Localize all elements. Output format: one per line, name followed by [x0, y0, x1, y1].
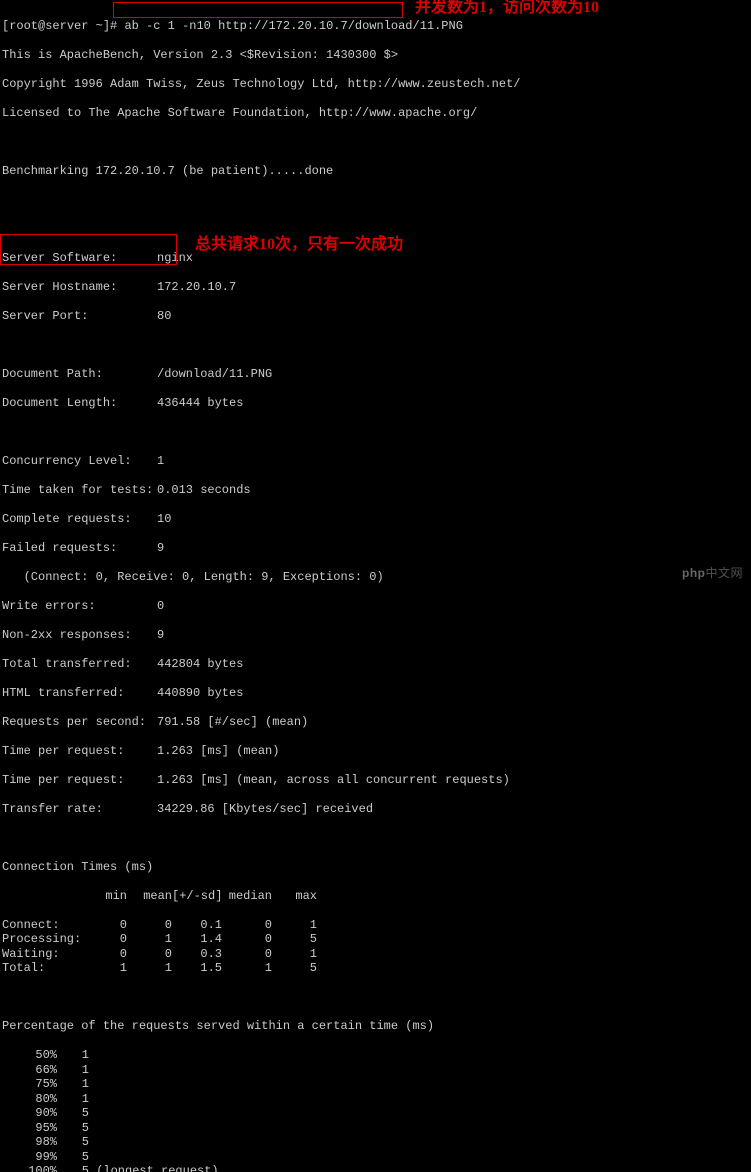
concurrency-level: Concurrency Level:1: [2, 454, 749, 469]
header-line: Licensed to The Apache Software Foundati…: [2, 106, 749, 121]
connection-times-title: Connection Times (ms): [2, 860, 749, 875]
percentage-row: 90%5: [2, 1106, 749, 1121]
total-transferred: Total transferred:442804 bytes: [2, 657, 749, 672]
terminal-output: [root@server ~]# ab -c 1 -n10 http://172…: [0, 0, 751, 1172]
complete-requests: Complete requests:10: [2, 512, 749, 527]
percentage-row: 66%1: [2, 1063, 749, 1078]
requests-per-second: Requests per second:791.58 [#/sec] (mean…: [2, 715, 749, 730]
percentage-row: 75%1: [2, 1077, 749, 1092]
time-per-request-all: Time per request:1.263 [ms] (mean, acros…: [2, 773, 749, 788]
failed-requests: Failed requests:9: [2, 541, 749, 556]
server-port: Server Port:80: [2, 309, 749, 324]
time-taken: Time taken for tests:0.013 seconds: [2, 483, 749, 498]
percentage-row: 98%5: [2, 1135, 749, 1150]
write-errors: Write errors:0: [2, 599, 749, 614]
annotation-mid: 总共请求10次，只有一次成功: [195, 238, 403, 253]
html-transferred: HTML transferred:440890 bytes: [2, 686, 749, 701]
failed-requests-detail: (Connect: 0, Receive: 0, Length: 9, Exce…: [2, 570, 749, 585]
benchmark-line: Benchmarking 172.20.10.7 (be patient)...…: [2, 164, 749, 179]
percentage-title: Percentage of the requests served within…: [2, 1019, 749, 1034]
header-line: Copyright 1996 Adam Twiss, Zeus Technolo…: [2, 77, 749, 92]
percentage-row: 100%5 (longest request): [2, 1164, 749, 1172]
percentage-row: 80%1: [2, 1092, 749, 1107]
time-per-request: Time per request:1.263 [ms] (mean): [2, 744, 749, 759]
document-length: Document Length:436444 bytes: [2, 396, 749, 411]
percentage-row: 95%5: [2, 1121, 749, 1136]
server-hostname: Server Hostname:172.20.10.7: [2, 280, 749, 295]
command-text: ab -c 1 -n10 http://172.20.10.7/download…: [124, 19, 462, 33]
header-line: This is ApacheBench, Version 2.3 <$Revis…: [2, 48, 749, 63]
annotation-top: 并发数为1，访问次数为10: [415, 1, 599, 16]
prompt-line[interactable]: [root@server ~]# ab -c 1 -n10 http://172…: [2, 19, 749, 34]
connection-times-header: minmean[+/-sd]medianmax: [2, 889, 749, 904]
non-2xx: Non-2xx responses:9: [2, 628, 749, 643]
connection-times-row: Waiting:000.301: [2, 947, 749, 962]
connection-times-row: Total:111.515: [2, 961, 749, 976]
connection-times-row: Processing:011.405: [2, 932, 749, 947]
watermark: phpphp中文网中文网: [682, 566, 743, 581]
document-path: Document Path:/download/11.PNG: [2, 367, 749, 382]
connection-times-row: Connect:000.101: [2, 918, 749, 933]
percentage-row: 50%1: [2, 1048, 749, 1063]
transfer-rate: Transfer rate:34229.86 [Kbytes/sec] rece…: [2, 802, 749, 817]
percentage-row: 99%5: [2, 1150, 749, 1165]
